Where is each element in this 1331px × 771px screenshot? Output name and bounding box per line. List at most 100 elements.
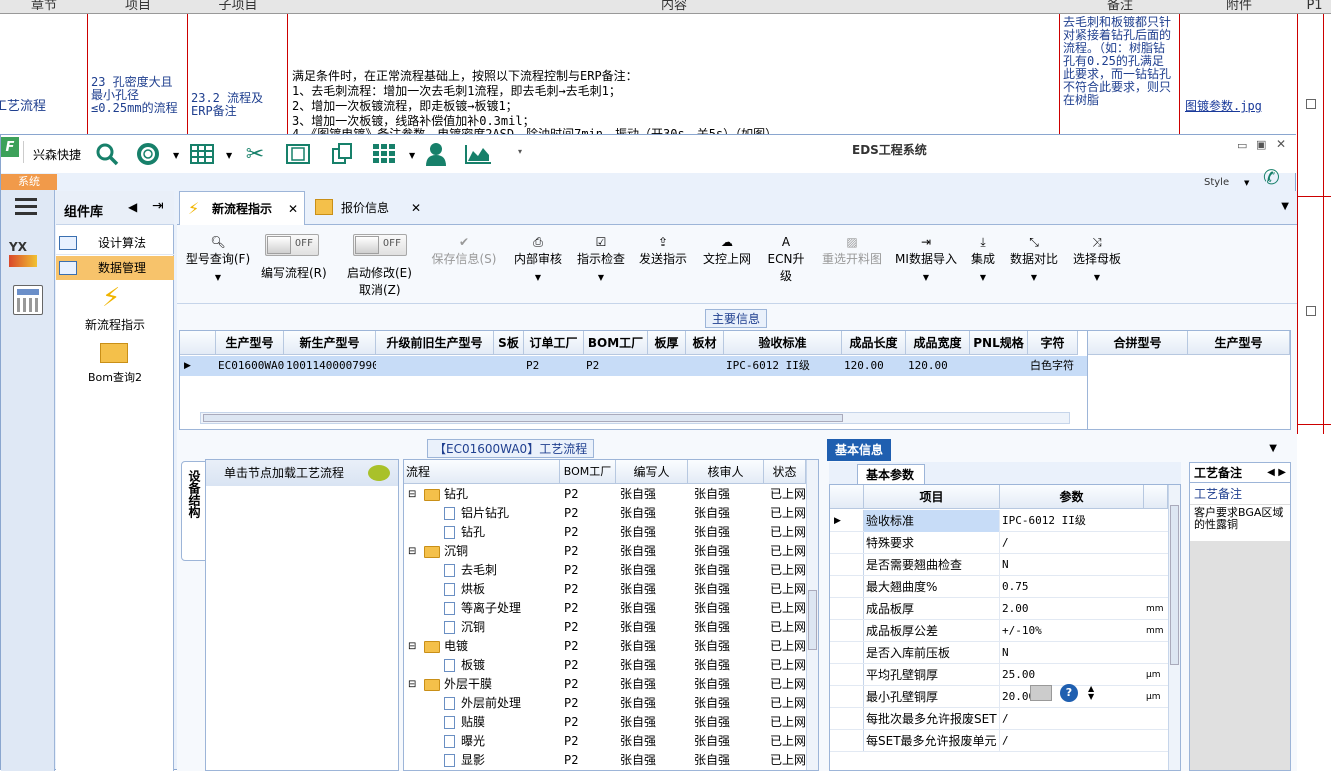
mi-import-button[interactable]: ⇥ MI数据导入 ▼ — [894, 234, 958, 282]
menu-system[interactable]: 系统 — [1, 174, 57, 190]
scroll-thumb[interactable] — [203, 414, 843, 422]
remark-text[interactable]: 客户要求BGA区域的性露铜 — [1190, 505, 1290, 541]
internal-review-button[interactable]: ⎙ 内部审核 ▼ — [511, 234, 565, 282]
param-value[interactable]: +/-10% — [1002, 620, 1042, 642]
flow-tree-row[interactable]: 板镀 P2 张自强 张自强 已上网 — [404, 656, 806, 675]
data-compare-button[interactable]: ⤡ 数据对比 ▼ — [1008, 234, 1060, 282]
main-info-cell-8[interactable]: IPC-6012 II级 — [726, 356, 842, 376]
flow-tree-row[interactable]: 贴膜 P2 张自强 张自强 已上网 — [404, 713, 806, 732]
library-item-design-algorithm[interactable]: 设计算法 — [56, 231, 174, 255]
maximize-button[interactable]: ▣ — [1256, 138, 1266, 151]
main-info-cell-7[interactable] — [688, 356, 724, 376]
main-info-cell-3[interactable] — [496, 356, 524, 376]
main-info-cell-6[interactable] — [650, 356, 686, 376]
flow-tree-row[interactable]: 钻孔 ⊟ P2 张自强 张自强 已上网 — [404, 485, 806, 504]
param-value[interactable]: / — [1002, 708, 1009, 730]
param-value[interactable]: 0.75 — [1002, 576, 1029, 598]
pin-icon[interactable]: ⇥ — [152, 198, 164, 214]
tab-close-icon[interactable]: ✕ — [288, 192, 298, 226]
send-instruction-button[interactable]: ⇪ 发送指示 — [637, 234, 689, 267]
grid-icon[interactable] — [371, 141, 397, 167]
v-scrollbar[interactable] — [1168, 485, 1180, 770]
chevron-down-icon[interactable]: ▼ — [1281, 201, 1289, 212]
calculator-icon[interactable] — [13, 285, 43, 315]
chevron-down-icon[interactable]: ▼ — [1269, 443, 1277, 454]
side-tab-equipment[interactable]: 设备结构 — [181, 461, 207, 561]
film-icon[interactable] — [285, 141, 311, 167]
main-info-cell-2[interactable] — [378, 356, 494, 376]
h-scrollbar[interactable] — [200, 412, 1070, 424]
reselect-layout-button[interactable]: ▨ 重选开料图 — [820, 234, 884, 267]
scroll-thumb[interactable] — [1170, 505, 1179, 665]
copy-icon[interactable] — [329, 141, 355, 167]
table-icon[interactable] — [189, 141, 215, 167]
param-row[interactable]: ▶ 验收标准 IPC-6012 II级 — [830, 510, 1168, 532]
lightning-icon[interactable]: ⚡ — [102, 283, 120, 313]
tab-quote-info[interactable]: 报价信息 ✕ — [309, 191, 421, 225]
param-row[interactable]: 最大翘曲度% 0.75 — [830, 576, 1168, 598]
basic-info-tab[interactable]: 基本信息 — [827, 439, 892, 461]
v-scrollbar[interactable] — [806, 460, 818, 770]
search-icon[interactable] — [94, 141, 120, 167]
model-query-button[interactable]: 🔍︎ 型号查询(F) ▼ — [183, 234, 253, 282]
cancel-button[interactable]: 取消(Z) — [359, 281, 401, 298]
area-chart-icon[interactable] — [463, 141, 493, 167]
folder-open-icon[interactable] — [100, 343, 128, 363]
ecn-upgrade-button[interactable]: A ECN升级 — [763, 234, 809, 284]
flow-tree-row[interactable]: 外层干膜 ⊟ P2 张自强 张自强 已上网 — [404, 675, 806, 694]
chevron-down-icon[interactable]: ▼ — [226, 151, 232, 160]
param-value[interactable]: N — [1002, 554, 1009, 576]
start-edit-toggle[interactable]: OFF — [353, 234, 407, 256]
main-info-cell-11[interactable] — [972, 356, 1028, 376]
flow-tree-row[interactable]: 外层前处理 P2 张自强 张自强 已上网 — [404, 694, 806, 713]
flow-tree-row[interactable]: 曝光 P2 张自强 张自强 已上网 — [404, 732, 806, 751]
collapse-icon[interactable]: ⊟ — [408, 485, 416, 504]
toolbar-overflow-icon[interactable]: ▾ — [518, 147, 522, 156]
param-row[interactable]: 是否入库前压板 N — [830, 642, 1168, 664]
doc-upload-button[interactable]: ☁ 文控上网 — [700, 234, 754, 267]
calculator-icon[interactable] — [1030, 685, 1052, 701]
phone-icon[interactable]: ✆ — [1263, 165, 1280, 189]
main-info-cell-10[interactable]: 120.00 — [908, 356, 970, 376]
minimize-button[interactable]: ▭ — [1237, 139, 1247, 152]
tab-new-flow[interactable]: ⚡ 新流程指示 ✕ — [179, 191, 305, 225]
chevron-down-icon[interactable]: ▼ — [409, 151, 415, 160]
bg-checkbox-2[interactable] — [1306, 306, 1316, 316]
scroll-thumb[interactable] — [808, 590, 817, 650]
flow-tree-row[interactable]: 沉铜 P2 张自强 张自强 已上网 — [404, 618, 806, 637]
arrows-icon[interactable]: ◀ ▶ — [1267, 463, 1286, 483]
param-row[interactable]: 每SET最多允许报废单元 / — [830, 730, 1168, 752]
flow-tree-row[interactable]: 电镀 ⊟ P2 张自强 张自强 已上网 — [404, 637, 806, 656]
param-row[interactable]: 特殊要求 / — [830, 532, 1168, 554]
yx-factory-icon[interactable]: YX — [9, 240, 45, 272]
flow-tree-row[interactable]: 沉铜 ⊟ P2 张自强 张自强 已上网 — [404, 542, 806, 561]
flow-tree-row[interactable]: 钻孔 P2 张自强 张自强 已上网 — [404, 523, 806, 542]
help-icon[interactable]: ? — [1060, 684, 1078, 702]
main-info-cell-5[interactable]: P2 — [586, 356, 648, 376]
remark-tab[interactable]: 工艺备注 ◀ ▶ — [1190, 463, 1290, 483]
comment-icon[interactable] — [368, 465, 390, 481]
collapse-icon[interactable]: ⊟ — [408, 637, 416, 656]
instruction-check-button[interactable]: ☑ 指示检查 ▼ — [575, 234, 627, 282]
bg-attachment-link[interactable]: 图镀参数.jpg — [1185, 100, 1262, 113]
main-info-cell-0[interactable]: EC01600WA0 — [218, 356, 284, 376]
flow-tree-row[interactable]: 铝片钻孔 P2 张自强 张自强 已上网 — [404, 504, 806, 523]
param-value[interactable]: / — [1002, 532, 1009, 554]
flow-tree-row[interactable]: 等离子处理 P2 张自强 张自强 已上网 — [404, 599, 806, 618]
main-info-cell-1[interactable]: 10011400007990 — [286, 356, 376, 376]
param-value[interactable]: / — [1002, 730, 1009, 752]
param-row[interactable]: 最小孔壁铜厚 20.00 μm — [830, 686, 1168, 708]
close-button[interactable]: ✕ — [1276, 137, 1286, 151]
param-value[interactable]: N — [1002, 642, 1009, 664]
param-row[interactable]: 平均孔壁铜厚 25.00 μm — [830, 664, 1168, 686]
scissors-icon[interactable]: ✂ — [242, 141, 268, 167]
tile-bom-query[interactable]: Bom查询2 — [56, 369, 174, 385]
collapse-icon[interactable]: ⊟ — [408, 675, 416, 694]
param-row[interactable]: 是否需要翘曲检查 N — [830, 554, 1168, 576]
flow-tree-row[interactable]: 烘板 P2 张自强 张自强 已上网 — [404, 580, 806, 599]
lifebuoy-icon[interactable] — [135, 141, 161, 167]
collapse-icon[interactable]: ⊟ — [408, 542, 416, 561]
param-row[interactable]: 成品板厚 2.00 mm — [830, 598, 1168, 620]
main-info-cell-9[interactable]: 120.00 — [844, 356, 906, 376]
param-row[interactable]: 成品板厚公差 +/-10% mm — [830, 620, 1168, 642]
